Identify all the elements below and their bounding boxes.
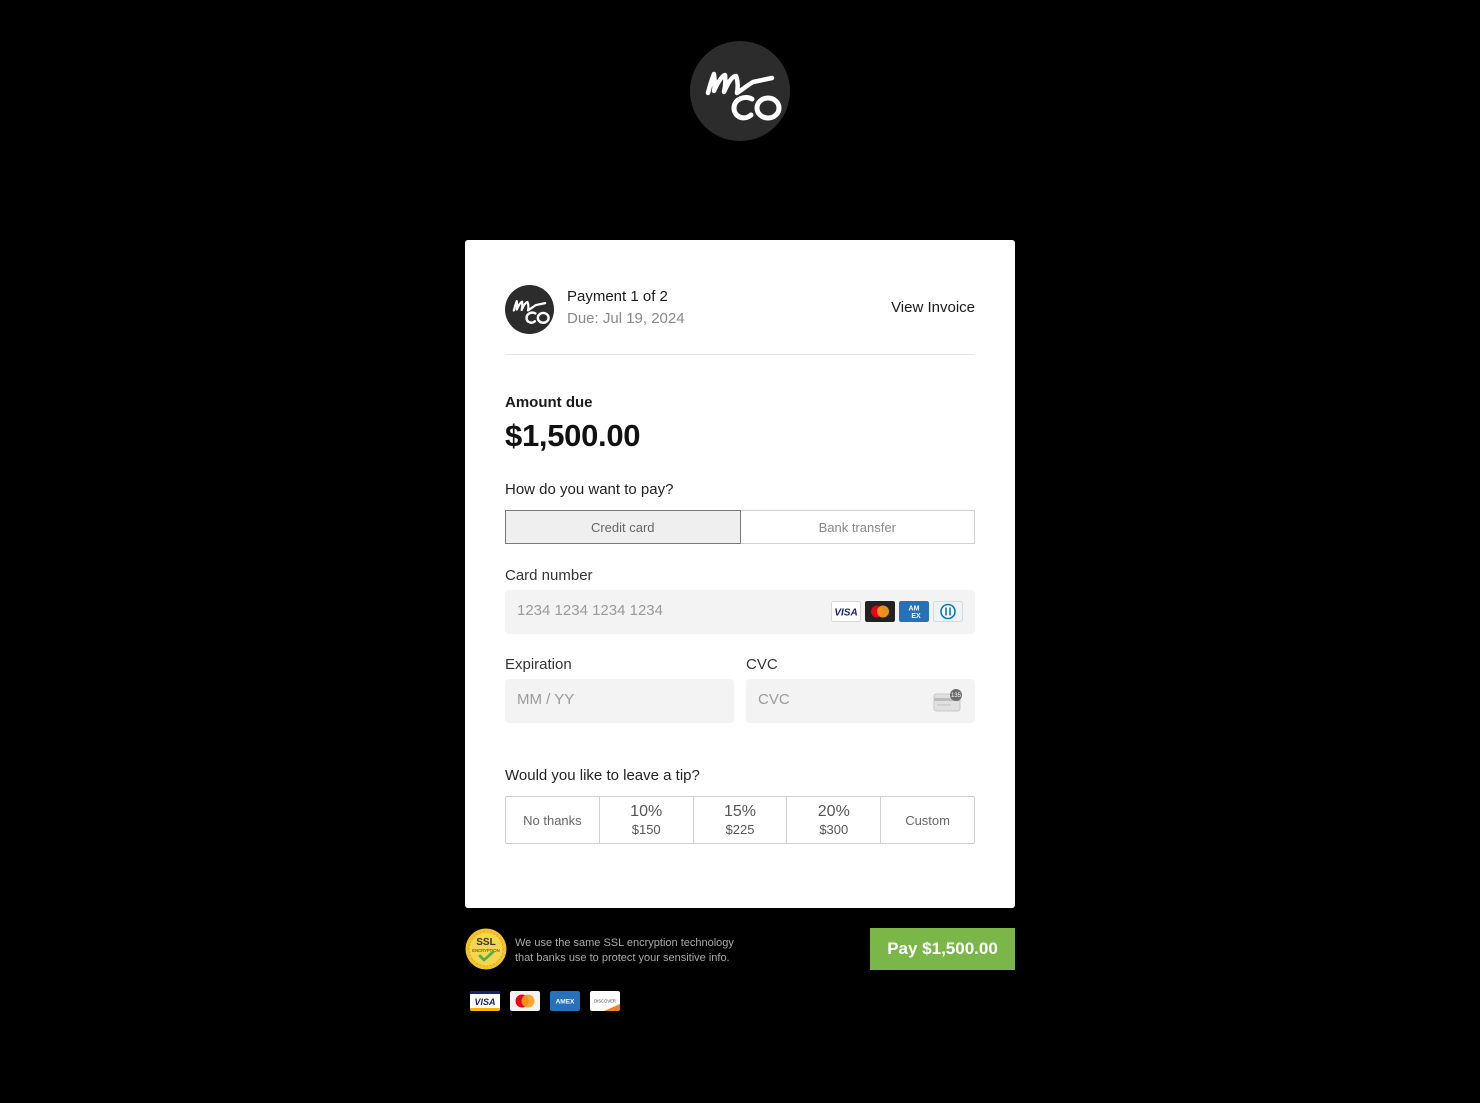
expiration-label: Expiration: [505, 656, 572, 673]
cvc-label: CVC: [746, 656, 778, 673]
view-invoice-link[interactable]: View Invoice: [891, 299, 975, 316]
card-number-input[interactable]: 1234 1234 1234 1234 VISA AM EX: [505, 590, 975, 634]
payment-card: Payment 1 of 2 Due: Jul 19, 2024 View In…: [465, 240, 1015, 908]
tip-amount: $300: [819, 821, 849, 837]
mco-logo-icon: [512, 300, 550, 324]
svg-text:EX: EX: [911, 613, 921, 620]
cvc-card-icon: 135: [933, 689, 962, 712]
mastercard-icon: [510, 991, 540, 1011]
amex-icon: AMEX: [550, 991, 580, 1011]
expiration-placeholder: MM / YY: [517, 691, 575, 708]
tip-no-thanks[interactable]: No thanks: [506, 797, 599, 843]
ssl-badge-icon: SSL ENCRYPTION: [465, 928, 507, 970]
footer-card-brands: VISA AMEX DISCOVER: [470, 991, 620, 1011]
visa-icon: VISA: [831, 601, 861, 622]
card-number-label: Card number: [505, 567, 593, 584]
payment-method-toggle: Credit card Bank transfer: [505, 510, 975, 544]
accepted-card-brands: VISA AM EX: [831, 601, 963, 622]
amount-due-value: $1,500.00: [505, 418, 641, 453]
invoice-header: Payment 1 of 2 Due: Jul 19, 2024 View In…: [505, 284, 975, 355]
tip-question: Would you like to leave a tip?: [505, 767, 700, 784]
mco-logo-icon: [705, 71, 782, 121]
tip-custom-label: Custom: [905, 812, 950, 828]
tip-percent: 10%: [630, 802, 663, 820]
tip-percent: 20%: [817, 802, 850, 820]
tip-15-percent[interactable]: 15% $225: [692, 797, 787, 843]
mastercard-icon: [865, 601, 895, 622]
card-number-placeholder: 1234 1234 1234 1234: [517, 602, 663, 619]
svg-text:VISA: VISA: [834, 608, 857, 619]
tip-custom[interactable]: Custom: [880, 797, 974, 843]
tip-amount: $150: [631, 821, 661, 837]
cvc-input[interactable]: CVC 135: [746, 679, 975, 723]
ssl-badge-sublabel: ENCRYPTION: [472, 948, 499, 953]
svg-text:AM: AM: [909, 606, 920, 613]
bank-transfer-option[interactable]: Bank transfer: [740, 510, 975, 544]
tip-20-percent[interactable]: 20% $300: [786, 797, 880, 843]
diners-club-icon: [933, 601, 963, 622]
due-date: Due: Jul 19, 2024: [567, 310, 685, 327]
tip-10-percent[interactable]: 10% $150: [598, 797, 693, 843]
amex-icon: AM EX: [899, 601, 929, 622]
ssl-notice-line-1: We use the same SSL encryption technolog…: [515, 937, 734, 949]
merchant-avatar: [505, 285, 554, 334]
ssl-badge-label: SSL: [476, 937, 495, 948]
discover-icon: DISCOVER: [590, 991, 620, 1011]
pay-button[interactable]: Pay $1,500.00: [870, 928, 1015, 970]
credit-card-option[interactable]: Credit card: [505, 510, 741, 544]
payment-title: Payment 1 of 2: [567, 288, 668, 305]
amount-due-label: Amount due: [505, 394, 593, 411]
brand-logo: [690, 41, 790, 141]
discover-logo-text: DISCOVER: [594, 999, 616, 1004]
svg-text:VISA: VISA: [474, 997, 495, 1007]
cvc-placeholder: CVC: [758, 691, 790, 708]
cvc-icon-digits: 135: [951, 693, 962, 699]
ssl-notice-line-2: that banks use to protect your sensitive…: [515, 952, 730, 964]
ssl-notice: We use the same SSL encryption technolog…: [515, 936, 765, 966]
tip-no-thanks-label: No thanks: [523, 812, 582, 828]
svg-text:AMEX: AMEX: [556, 999, 575, 1006]
tip-options: No thanks 10% $150 15% $225 20% $300 Cus…: [505, 796, 975, 844]
visa-icon: VISA: [470, 991, 500, 1011]
expiration-input[interactable]: MM / YY: [505, 679, 734, 723]
payment-method-question: How do you want to pay?: [505, 481, 674, 498]
tip-amount: $225: [725, 821, 755, 837]
tip-percent: 15%: [723, 802, 756, 820]
